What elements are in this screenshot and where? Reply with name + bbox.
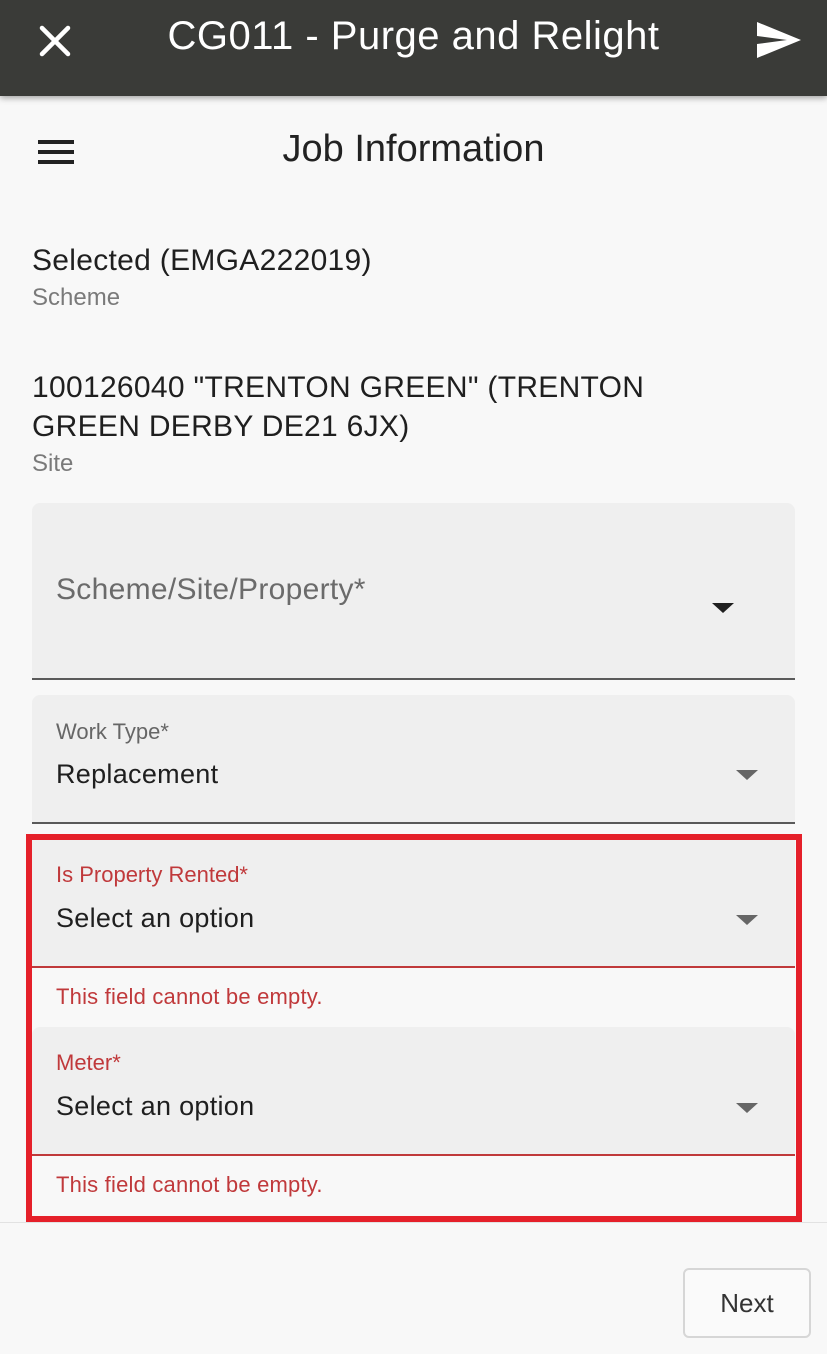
scheme-value: Selected (EMGA222019) <box>32 244 372 277</box>
next-button[interactable]: Next <box>683 1268 811 1338</box>
work-type-label: Work Type* <box>56 719 169 744</box>
site-value-line1: 100126040 "TRENTON GREEN" (TRENTON <box>32 371 645 404</box>
meter-error: This field cannot be empty. <box>56 1172 323 1197</box>
meter-value: Select an option <box>56 1091 255 1121</box>
scheme-site-property-placeholder: Scheme/Site/Property* <box>56 573 366 606</box>
meter-select[interactable]: Meter* Select an option <box>32 1027 795 1156</box>
dropdown-arrow-icon <box>712 603 734 613</box>
is-property-rented-error: This field cannot be empty. <box>56 984 323 1009</box>
is-property-rented-value: Select an option <box>56 903 255 933</box>
page-title: Job Information <box>282 128 545 170</box>
work-type-value: Replacement <box>56 759 219 789</box>
is-property-rented-select[interactable]: Is Property Rented* Select an option <box>32 840 795 968</box>
app-title: CG011 - Purge and Relight <box>167 14 660 58</box>
site-label: Site <box>32 450 74 477</box>
site-info: 100126040 "TRENTON GREEN" (TRENTON GREEN… <box>32 368 732 478</box>
footer-divider <box>0 1222 827 1223</box>
send-icon[interactable] <box>755 18 803 62</box>
scheme-site-property-select[interactable]: Scheme/Site/Property* <box>32 503 795 680</box>
scheme-info: Selected (EMGA222019) Scheme <box>32 241 732 312</box>
app-bar: CG011 - Purge and Relight <box>0 0 827 96</box>
scheme-label: Scheme <box>32 284 121 311</box>
dropdown-arrow-icon <box>736 1103 758 1113</box>
dropdown-arrow-icon <box>736 915 758 925</box>
dropdown-arrow-icon <box>736 770 758 780</box>
meter-label: Meter* <box>56 1050 121 1075</box>
site-value-line2: GREEN DERBY DE21 6JX) <box>32 410 410 443</box>
work-type-select[interactable]: Work Type* Replacement <box>32 695 795 824</box>
is-property-rented-label: Is Property Rented* <box>56 862 248 887</box>
